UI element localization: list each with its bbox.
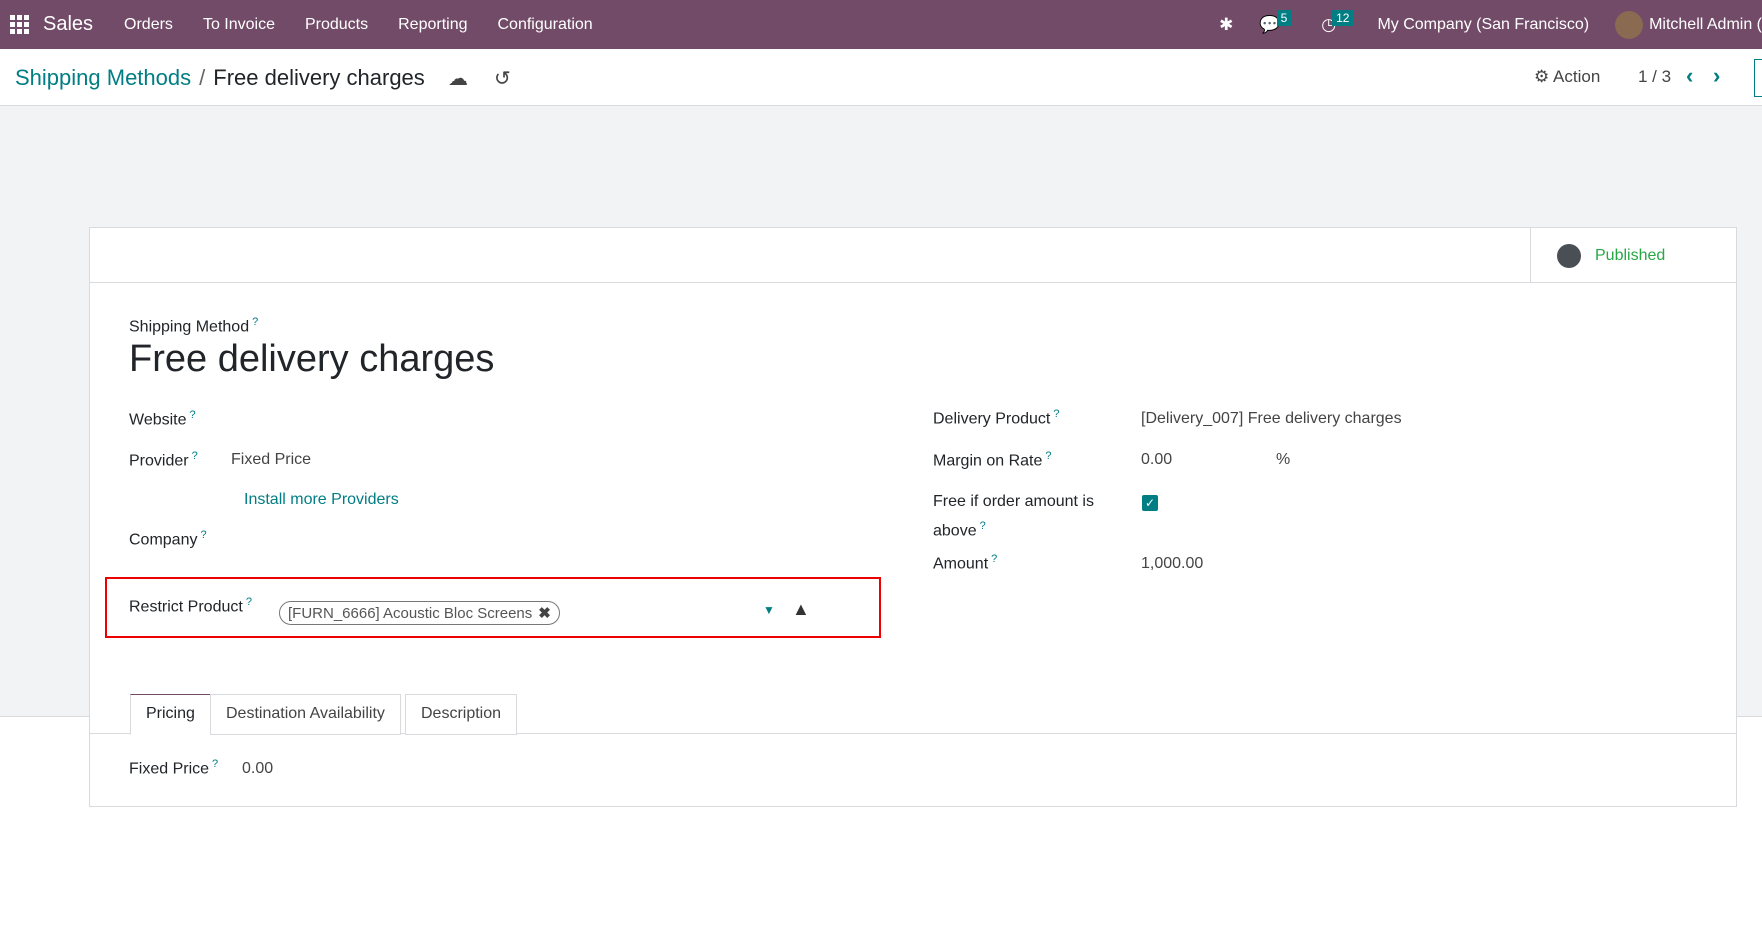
company-switcher[interactable]: My Company (San Francisco): [1377, 16, 1589, 34]
tab-description[interactable]: Description: [405, 694, 518, 735]
user-menu[interactable]: Mitchell Admin (: [1649, 16, 1762, 34]
delivery-product-field[interactable]: [Delivery_007] Free delivery charges: [1141, 410, 1402, 428]
menu-products[interactable]: Products: [305, 16, 368, 34]
shipping-method-name[interactable]: Free delivery charges: [129, 338, 494, 381]
apps-menu-icon[interactable]: [10, 14, 30, 35]
menu-to-invoice[interactable]: To Invoice: [203, 16, 275, 34]
restrict-product-tag: [FURN_6666] Acoustic Bloc Screens ✖: [279, 601, 560, 625]
published-label: Published: [1595, 246, 1666, 264]
menu-orders[interactable]: Orders: [124, 16, 173, 34]
dropdown-caret-icon[interactable]: ▼: [763, 603, 775, 617]
amount-label: Amount?: [933, 553, 998, 573]
messages-badge: 5: [1276, 9, 1292, 26]
control-panel: Shipping Methods / Free delivery charges ☁…: [0, 49, 1762, 106]
warning-icon: ▲: [792, 599, 810, 619]
provider-field[interactable]: Fixed Price: [231, 451, 311, 469]
shipping-method-label: Shipping Method?: [129, 316, 259, 336]
app-name[interactable]: Sales: [43, 13, 93, 36]
remove-tag-icon[interactable]: ✖: [538, 605, 551, 622]
pager-next-icon[interactable]: ›: [1713, 63, 1720, 89]
menu-configuration[interactable]: Configuration: [498, 16, 593, 34]
tab-destination-availability[interactable]: Destination Availability: [210, 694, 401, 735]
margin-label: Margin on Rate?: [933, 450, 1052, 470]
debug-bug-icon[interactable]: ✱: [1219, 15, 1233, 35]
menu-reporting[interactable]: Reporting: [398, 16, 467, 34]
fixed-price-label: Fixed Price?: [129, 758, 219, 778]
restrict-product-label: Restrict Product?: [129, 596, 252, 616]
margin-field[interactable]: 0.00: [1141, 451, 1172, 469]
save-cloud-icon[interactable]: ☁: [448, 66, 468, 91]
delivery-product-label: Delivery Product?: [933, 408, 1060, 428]
button-box: Published: [90, 228, 1736, 283]
free-if-above-checkbox[interactable]: ✓: [1142, 495, 1158, 511]
globe-icon: [1557, 243, 1581, 268]
install-more-providers-link[interactable]: Install more Providers: [244, 491, 399, 509]
pager-previous-icon[interactable]: ‹: [1686, 63, 1693, 89]
pager-value[interactable]: 1 / 3: [1638, 67, 1671, 87]
company-label: Company?: [129, 529, 207, 549]
fixed-price-field[interactable]: 0.00: [242, 760, 273, 778]
amount-field[interactable]: 1,000.00: [1141, 555, 1203, 573]
breadcrumb-current: Free delivery charges: [213, 65, 425, 90]
margin-unit: %: [1276, 451, 1291, 468]
action-menu-button[interactable]: ⚙ Action: [1534, 67, 1600, 87]
breadcrumb-separator: /: [199, 65, 206, 90]
action-label: Action: [1553, 67, 1601, 86]
free-if-above-label: Free if order amount is above?: [933, 493, 1094, 540]
chatter-toggle[interactable]: [1754, 59, 1762, 97]
form-sheet: Published Shipping Method? Free delivery…: [89, 227, 1737, 807]
website-label: Website?: [129, 409, 196, 429]
form-background: Published Shipping Method? Free delivery…: [0, 106, 1762, 807]
breadcrumb: Shipping Methods / Free delivery charges: [15, 65, 425, 91]
notebook-tabs: Pricing Destination Availability Descrip…: [90, 694, 1736, 735]
activities-badge: 12: [1332, 9, 1354, 26]
gear-icon: ⚙: [1534, 67, 1550, 86]
user-avatar[interactable]: [1615, 10, 1644, 39]
tab-pricing[interactable]: Pricing: [130, 694, 211, 735]
provider-label: Provider?: [129, 450, 198, 470]
published-button[interactable]: Published: [1530, 228, 1736, 283]
discard-undo-icon[interactable]: ↺: [494, 66, 511, 91]
breadcrumb-shipping-methods[interactable]: Shipping Methods: [15, 65, 191, 90]
top-navbar: Sales Orders To Invoice Products Reporti…: [0, 0, 1762, 49]
